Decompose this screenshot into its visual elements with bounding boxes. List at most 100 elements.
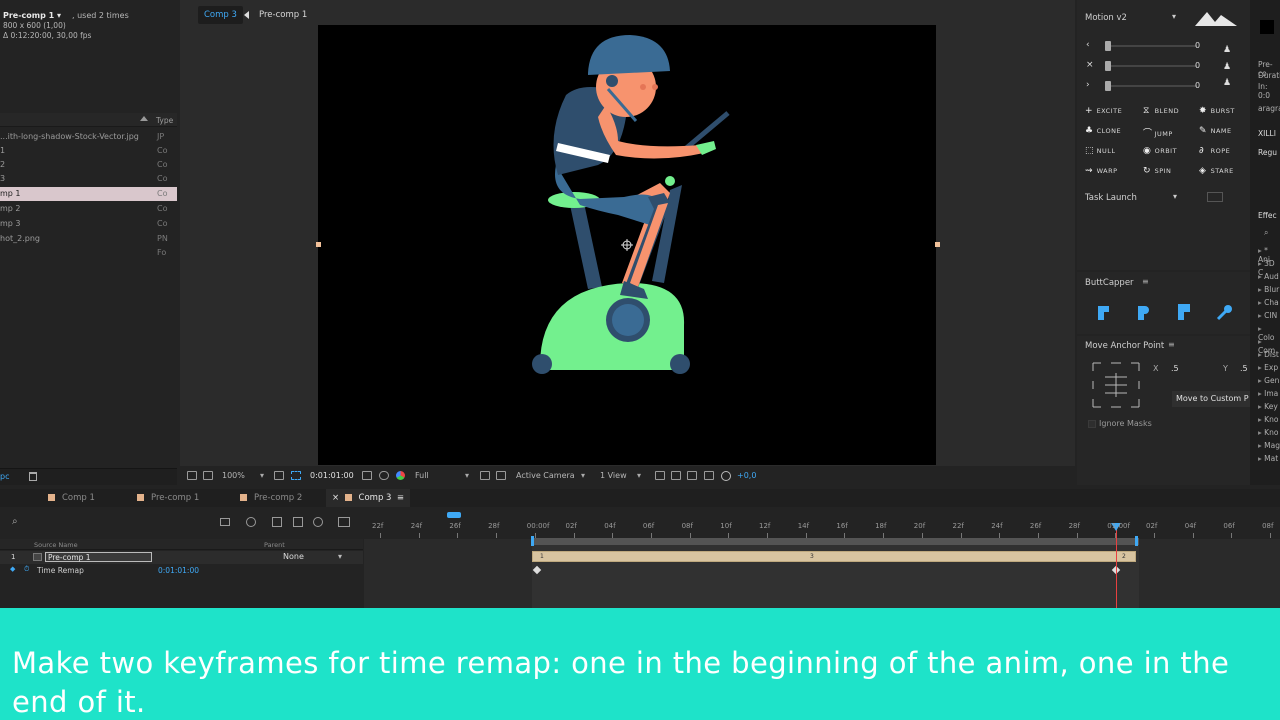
effect-category[interactable]: ▸ Gen: [1258, 376, 1279, 385]
motion-orbit-button[interactable]: ◉ ORBIT: [1143, 146, 1177, 156]
slider-track[interactable]: [1107, 65, 1197, 67]
slider-value[interactable]: 0: [1195, 61, 1200, 70]
motion-burst-button[interactable]: ✸ BURST: [1199, 106, 1235, 116]
move-anchor-title[interactable]: Move Anchor Point: [1085, 341, 1164, 351]
slider-knob[interactable]: [1105, 61, 1111, 71]
resolution[interactable]: Full: [415, 471, 429, 480]
slider-knob[interactable]: [1105, 81, 1111, 91]
anchor-point-icon[interactable]: [621, 239, 633, 251]
camera-dropdown-icon[interactable]: ▾: [581, 471, 585, 480]
fit-icon[interactable]: [274, 471, 284, 480]
marker-start[interactable]: 1: [540, 553, 544, 560]
effect-category[interactable]: ▸ Dist: [1258, 350, 1279, 359]
color-swatch[interactable]: [1260, 20, 1274, 34]
slider-value[interactable]: 0: [1195, 41, 1200, 50]
anchor-y-value[interactable]: .5: [1240, 364, 1248, 373]
layer-row[interactable]: 1 Pre-comp 1 None ▾: [0, 551, 363, 564]
effect-category[interactable]: ▸ Kno: [1258, 415, 1278, 424]
project-comp-name[interactable]: Pre-comp 1 ▾: [3, 11, 61, 20]
effect-category[interactable]: ▸ Exp: [1258, 363, 1278, 372]
viewer-timecode[interactable]: 0:01:01:00: [310, 471, 354, 480]
fast-preview-icon[interactable]: [671, 471, 681, 480]
parent-value[interactable]: None: [283, 552, 304, 561]
view-layout[interactable]: 1 View: [600, 471, 627, 480]
effect-category[interactable]: ▸ CIN: [1258, 311, 1277, 320]
flowchart-icon[interactable]: [704, 471, 714, 480]
task-launch-select[interactable]: Task Launch: [1085, 193, 1137, 203]
property-row[interactable]: ◆ ⏱ Time Remap 0:01:01:00: [0, 564, 363, 576]
project-file-row[interactable]: Fo: [0, 246, 177, 260]
comp-mini-flowchart-icon[interactable]: [220, 518, 230, 526]
work-area-start-handle[interactable]: [531, 536, 534, 546]
buttcapper-menu-icon[interactable]: ≡: [1142, 277, 1149, 286]
channel-icon[interactable]: [396, 471, 405, 480]
resolution-dropdown-icon[interactable]: ▾: [465, 471, 469, 480]
graph-editor-icon[interactable]: [338, 517, 350, 527]
effect-category[interactable]: ▸ Key: [1258, 402, 1278, 411]
ignore-masks-checkbox[interactable]: [1088, 420, 1096, 428]
motion-title[interactable]: Motion v2: [1085, 13, 1127, 23]
effect-category[interactable]: ▸ Mat: [1258, 454, 1278, 463]
motion-spin-button[interactable]: ↻ SPIN: [1143, 166, 1171, 176]
toggle-mask-icon[interactable]: [480, 471, 490, 480]
project-file-row[interactable]: ...ith-long-shadow-Stock-Vector.jpg JP: [0, 130, 177, 144]
move-to-custom-button[interactable]: Move to Custom P: [1172, 391, 1250, 407]
font-name[interactable]: XILLI: [1258, 129, 1276, 138]
project-file-row[interactable]: 2 Co: [0, 158, 177, 172]
motion-slider[interactable]: › 0: [1083, 80, 1243, 92]
motion-slider[interactable]: ‹ 0: [1083, 40, 1243, 52]
timeline-tab-pre-comp-1[interactable]: Pre-comp 1: [131, 489, 205, 507]
slider-pin-icon[interactable]: ♟: [1223, 78, 1231, 88]
project-file-row[interactable]: mp 3 Co: [0, 217, 177, 231]
motion-blur-icon[interactable]: [313, 517, 323, 527]
toggle-pixel-aspect-icon[interactable]: [655, 471, 665, 480]
keyframe-nav-icon[interactable]: ◆: [10, 565, 15, 573]
wrench-icon[interactable]: [1215, 304, 1233, 322]
marker-end[interactable]: 2: [1122, 553, 1126, 560]
motion-dropdown-icon[interactable]: ▾: [1172, 12, 1176, 21]
motion-rope-button[interactable]: ∂ ROPE: [1199, 146, 1230, 156]
cap-round-icon[interactable]: [1135, 304, 1151, 322]
effect-category[interactable]: ▸ Aud: [1258, 272, 1279, 281]
anchor-grid-icon[interactable]: [1091, 361, 1141, 409]
font-style[interactable]: Regu: [1258, 148, 1277, 157]
timeline-tab-comp-3[interactable]: × Comp 3 ≡: [326, 489, 410, 507]
timeline-track-area[interactable]: 1 3 2 22f 24f 26f 28f 00:00f 02f 04f 06f 08f 10f 1…: [364, 507, 1280, 608]
anchor-x-value[interactable]: .5: [1171, 364, 1179, 373]
bpc-label[interactable]: pc: [0, 472, 9, 481]
layer-name-box[interactable]: Pre-comp 1: [45, 552, 152, 562]
slider-value[interactable]: 0: [1195, 81, 1200, 90]
effect-category[interactable]: ▸ Blur: [1258, 285, 1279, 294]
effect-category[interactable]: ▸ Kno: [1258, 428, 1278, 437]
monitor-icon[interactable]: [203, 471, 213, 480]
tab-comp-3[interactable]: Comp 3: [198, 6, 243, 24]
slider-track[interactable]: [1107, 45, 1197, 47]
cap-projecting-icon[interactable]: [1175, 304, 1191, 322]
marker-mid[interactable]: 3: [810, 553, 814, 560]
motion-excite-button[interactable]: + EXCITE: [1085, 106, 1122, 116]
timeline-tab-pre-comp-2[interactable]: Pre-comp 2: [234, 489, 308, 507]
slider-pin-icon[interactable]: ♟: [1223, 45, 1231, 55]
slider-pin-icon[interactable]: ♟: [1223, 62, 1231, 72]
effects-search-icon[interactable]: ⌕: [1264, 228, 1268, 238]
exposure-value[interactable]: +0,0: [737, 471, 756, 480]
frame-blending-icon[interactable]: [293, 517, 303, 527]
region-of-interest-icon[interactable]: [291, 471, 301, 480]
buttcapper-title[interactable]: ButtCapper: [1085, 278, 1134, 288]
effects-title[interactable]: Effec: [1258, 211, 1277, 220]
motion-blend-button[interactable]: ⧖ BLEND: [1143, 106, 1179, 116]
project-file-row[interactable]: 3 Co: [0, 172, 177, 186]
paragraph-tab[interactable]: aragra: [1258, 104, 1280, 113]
camera-select[interactable]: Active Camera: [516, 471, 575, 480]
project-file-row[interactable]: hot_2.png PN: [0, 232, 177, 246]
view-dropdown-icon[interactable]: ▾: [637, 471, 641, 480]
source-name-header[interactable]: Source Name: [34, 541, 78, 549]
bounding-handle-right[interactable]: [935, 242, 940, 247]
tab-pre-comp-1[interactable]: Pre-comp 1: [253, 6, 313, 24]
motion-name-button[interactable]: ✎ NAME: [1199, 126, 1232, 136]
task-dropdown-icon[interactable]: ▾: [1173, 192, 1177, 201]
timeline-icon[interactable]: [687, 471, 697, 480]
composition-canvas[interactable]: [318, 25, 936, 465]
motion-null-button[interactable]: ⬚ NULL: [1085, 146, 1115, 156]
exposure-reset-icon[interactable]: [721, 471, 731, 481]
